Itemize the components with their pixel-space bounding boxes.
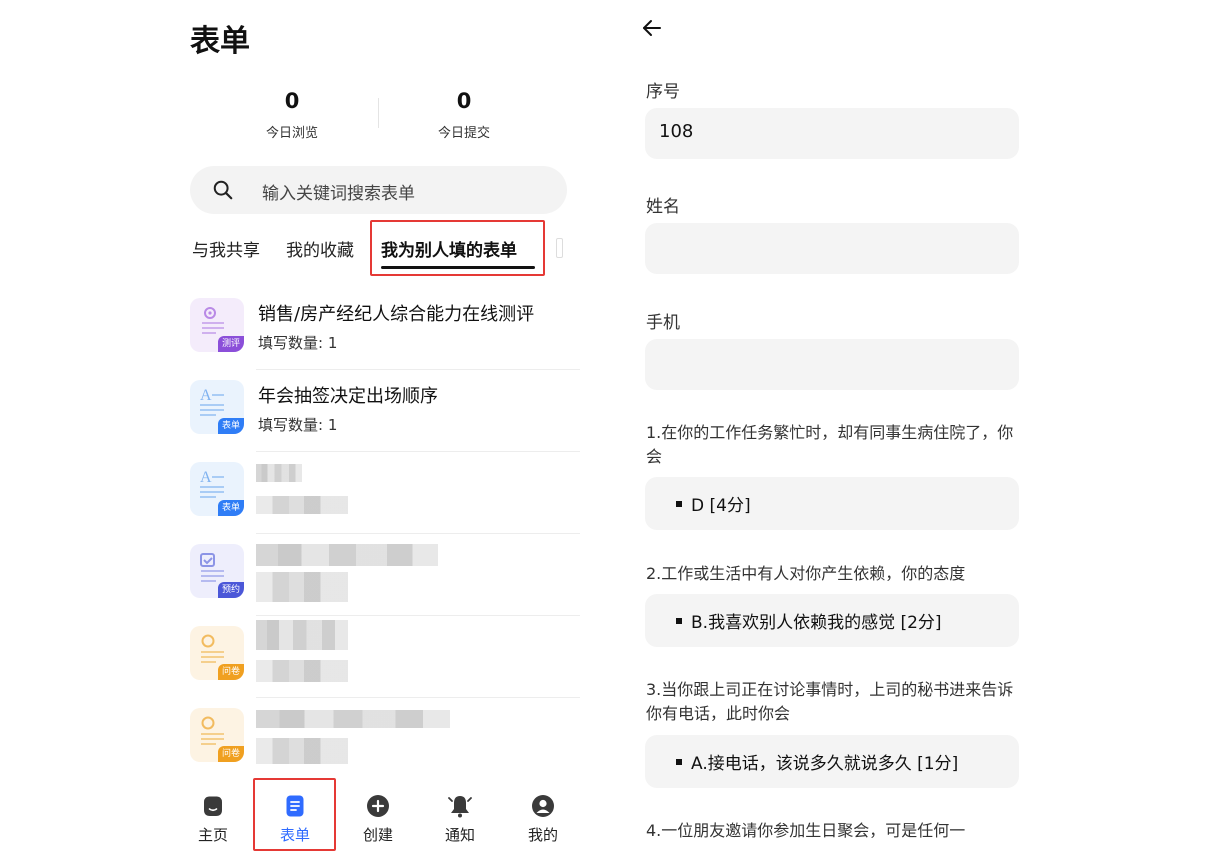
answer-3: A.接电话，该说多久就说多久 [1分]: [645, 735, 1019, 788]
stat-divider: [378, 98, 379, 128]
stat-value: 0: [284, 89, 300, 113]
nav-label: 我的: [527, 826, 558, 844]
list-item[interactable]: A 表单: [190, 452, 580, 534]
form-title: 年会抽签决定出场顺序: [258, 386, 438, 407]
search-icon: [213, 180, 233, 200]
highlight-box-tab: [370, 220, 545, 276]
svg-text:A: A: [200, 387, 212, 404]
question-3: 3.当你跟上司正在讨论事情时，上司的秘书进来告诉你有电话，此时你会: [646, 680, 1014, 723]
form-fill-count: 填写数量: 1: [258, 334, 338, 352]
questionnaire-icon: 问卷: [190, 626, 244, 680]
name-field[interactable]: [645, 223, 1019, 274]
page-title: 表单: [190, 24, 250, 59]
field-label-serial: 序号: [646, 82, 680, 102]
nav-notifications[interactable]: 通知: [430, 794, 490, 845]
answer-text: A.接电话，该说多久就说多久 [1分]: [691, 754, 959, 774]
tab-my-favorites[interactable]: 我的收藏: [286, 236, 354, 261]
nav-label: 主页: [197, 826, 228, 844]
question-1: 1.在你的工作任务繁忙时，却有同事生病住院了，你会: [646, 423, 1014, 466]
home-icon: [204, 796, 222, 816]
stat-today-views: 0 今日浏览: [222, 88, 362, 141]
redacted-subtitle: [256, 496, 348, 514]
form-type-tag: 预约: [217, 582, 244, 598]
questionnaire-icon: 问卷: [190, 708, 244, 762]
bullet-icon: [676, 618, 682, 624]
question-4: 4.一位朋友邀请你参加生日聚会，可是任何一: [646, 821, 966, 840]
appointment-icon: 预约: [190, 544, 244, 598]
list-item[interactable]: 问卷: [190, 616, 580, 698]
bullet-icon: [676, 759, 682, 765]
stat-label: 今日提交: [437, 126, 490, 141]
answer-text: B.我喜欢别人依赖我的感觉 [2分]: [691, 613, 942, 633]
form-type-tag: 问卷: [217, 746, 244, 762]
nav-label: 创建: [362, 826, 393, 844]
stat-today-submissions: 0 今日提交: [394, 88, 534, 141]
list-item[interactable]: A 表单 年会抽签决定出场顺序 填写数量: 1: [190, 370, 580, 452]
nav-create[interactable]: 创建: [348, 794, 408, 845]
stat-value: 0: [456, 89, 472, 113]
redacted-title: [256, 464, 302, 482]
field-value: 108: [659, 121, 694, 142]
nav-home[interactable]: 主页: [183, 794, 243, 845]
serial-field[interactable]: 108: [645, 108, 1019, 159]
redacted-title: [256, 710, 450, 728]
form-title: 销售/房产经纪人综合能力在线测评: [258, 304, 535, 325]
bell-icon: [448, 796, 472, 818]
tab-overflow[interactable]: [556, 238, 563, 258]
answer-1: D [4分]: [645, 477, 1019, 530]
svg-text:A: A: [200, 469, 212, 486]
form-fill-count: 填写数量: 1: [258, 416, 338, 434]
list-item[interactable]: 测评 销售/房产经纪人综合能力在线测评 填写数量: 1: [190, 288, 580, 370]
form-icon: A 表单: [190, 462, 244, 516]
list-item[interactable]: 问卷: [190, 698, 580, 780]
phone-field[interactable]: [645, 339, 1019, 390]
form-detail-screen: 序号 108 姓名 手机 1.在你的工作任务繁忙时，却有同事生病住院了，你会 D…: [628, 0, 1038, 857]
form-icon: A 表单: [190, 380, 244, 434]
bullet-icon: [676, 501, 682, 507]
form-type-tag: 问卷: [217, 664, 244, 680]
redacted-subtitle: [256, 738, 348, 764]
search-input[interactable]: 输入关键词搜索表单: [190, 166, 567, 214]
question-2: 2.工作或生活中有人对你产生依赖，你的态度: [646, 564, 966, 583]
arrow-left-icon[interactable]: [640, 16, 664, 40]
form-type-tag: 测评: [217, 336, 244, 352]
field-label-name: 姓名: [646, 197, 680, 217]
form-list-screen: 表单 0 今日浏览 0 今日提交 输入关键词搜索表单 与我共享 我的收藏 我为别…: [176, 0, 580, 857]
nav-label: 通知: [444, 826, 475, 844]
assessment-icon: 测评: [190, 298, 244, 352]
tab-shared-with-me[interactable]: 与我共享: [192, 236, 260, 261]
highlight-box-nav: [253, 778, 336, 851]
bottom-nav: 主页 表单 创建 通知 我的: [176, 782, 580, 857]
answer-2: B.我喜欢别人依赖我的感觉 [2分]: [645, 594, 1019, 647]
field-label-phone: 手机: [646, 313, 680, 333]
answer-text: D [4分]: [691, 496, 751, 516]
redacted-subtitle: [256, 572, 348, 602]
nav-profile[interactable]: 我的: [513, 794, 573, 845]
redacted-subtitle: [256, 660, 348, 682]
list-item[interactable]: 预约: [190, 534, 580, 616]
plus-circle-icon: [367, 795, 389, 817]
redacted-title: [256, 620, 348, 650]
stats-panel: 0 今日浏览 0 今日提交: [176, 88, 580, 148]
search-placeholder: 输入关键词搜索表单: [262, 184, 415, 204]
stat-label: 今日浏览: [265, 126, 318, 141]
redacted-title: [256, 544, 438, 566]
form-type-tag: 表单: [217, 418, 244, 434]
form-type-tag: 表单: [217, 500, 244, 516]
user-icon: [532, 795, 554, 817]
